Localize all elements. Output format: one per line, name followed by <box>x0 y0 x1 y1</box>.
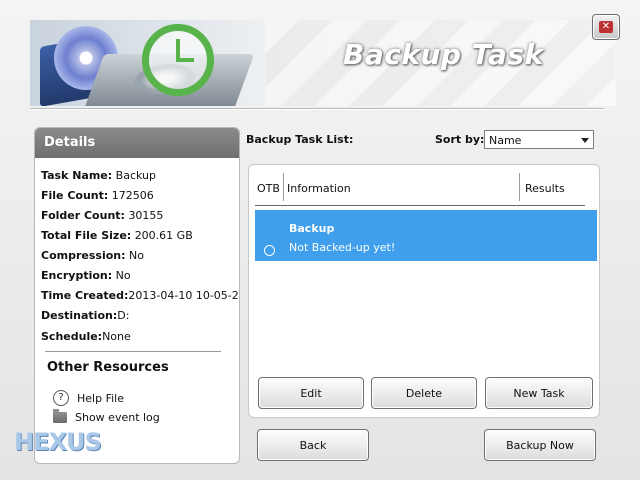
task-list-panel: OTB Information Results Backup Not Backe… <box>248 164 600 418</box>
sort-value: Name <box>489 134 522 147</box>
column-otb[interactable]: OTB <box>257 182 280 195</box>
chevron-down-icon <box>581 138 589 143</box>
details-header: Details <box>35 128 239 158</box>
task-name: Backup <box>289 222 335 235</box>
detail-label: Time Created: <box>41 289 129 302</box>
task-row[interactable]: Backup Not Backed-up yet! <box>255 210 597 261</box>
detail-label: Compression: <box>41 249 126 262</box>
detail-encryption: Encryption: No <box>41 269 131 282</box>
detail-value: 2013-04-10 10-05-24 A <box>128 289 239 302</box>
detail-value: No <box>129 249 144 262</box>
detail-label: Encryption: <box>41 269 113 282</box>
resources-divider <box>45 351 221 352</box>
details-panel: Details Task Name: Backup File Count: 17… <box>34 127 240 464</box>
detail-file-count: File Count: 172506 <box>41 189 154 202</box>
other-resources-title: Other Resources <box>47 360 169 375</box>
detail-value: No <box>115 269 131 282</box>
folder-icon <box>53 409 67 423</box>
detail-label: Destination: <box>41 309 118 322</box>
back-button[interactable]: Back <box>257 429 369 461</box>
detail-time-created: Time Created:2013-04-10 10-05-24 A <box>41 289 239 302</box>
detail-destination: Destination:D: <box>41 309 129 322</box>
close-icon: ✕ <box>599 21 613 33</box>
help-icon: ? <box>53 390 69 406</box>
backup-task-window: Backup Task ✕ Details Task Name: Backup … <box>0 0 640 480</box>
sort-by-label: Sort by: <box>435 133 485 146</box>
backup-graphic <box>34 20 264 106</box>
detail-task-name: Task Name: Backup <box>41 169 156 182</box>
detail-value: D: <box>117 309 130 322</box>
hexus-watermark-logo: HEXUS <box>14 428 102 456</box>
clock-icon <box>142 24 214 96</box>
detail-folder-count: Folder Count: 30155 <box>41 209 163 222</box>
detail-label: File Count: <box>41 189 109 202</box>
header-divider <box>30 108 604 110</box>
detail-value: 200.61 GB <box>134 229 193 242</box>
column-results[interactable]: Results <box>525 182 565 195</box>
detail-label: Task Name: <box>41 169 113 182</box>
backup-now-button[interactable]: Backup Now <box>484 429 596 461</box>
detail-label: Schedule: <box>41 330 103 343</box>
header-underline <box>255 205 585 206</box>
detail-schedule: Schedule:None <box>41 330 131 343</box>
detail-value: 30155 <box>128 209 164 222</box>
event-log-label: Show event log <box>75 411 160 424</box>
sort-by-select[interactable]: Name <box>484 130 594 149</box>
detail-label: Total File Size: <box>41 229 132 242</box>
detail-value: 172506 <box>111 189 154 202</box>
new-task-button[interactable]: New Task <box>485 377 593 409</box>
help-file-label: Help File <box>77 391 124 405</box>
edit-button[interactable]: Edit <box>258 377 364 409</box>
task-status: Not Backed-up yet! <box>289 241 396 254</box>
detail-value: None <box>102 330 131 343</box>
show-event-log-link[interactable]: Show event log <box>53 409 160 424</box>
delete-button[interactable]: Delete <box>371 377 477 409</box>
column-information[interactable]: Information <box>287 182 351 195</box>
column-separator <box>283 173 284 201</box>
detail-label: Folder Count: <box>41 209 125 222</box>
detail-total-size: Total File Size: 200.61 GB <box>41 229 193 242</box>
task-list-label: Backup Task List: <box>246 133 354 146</box>
help-file-link[interactable]: ? Help File <box>53 390 124 406</box>
detail-compression: Compression: No <box>41 249 144 262</box>
close-button[interactable]: ✕ <box>592 14 620 40</box>
detail-value: Backup <box>115 169 156 182</box>
column-separator <box>519 173 520 201</box>
otb-radio[interactable] <box>264 245 275 256</box>
window-title: Backup Task <box>343 38 544 71</box>
